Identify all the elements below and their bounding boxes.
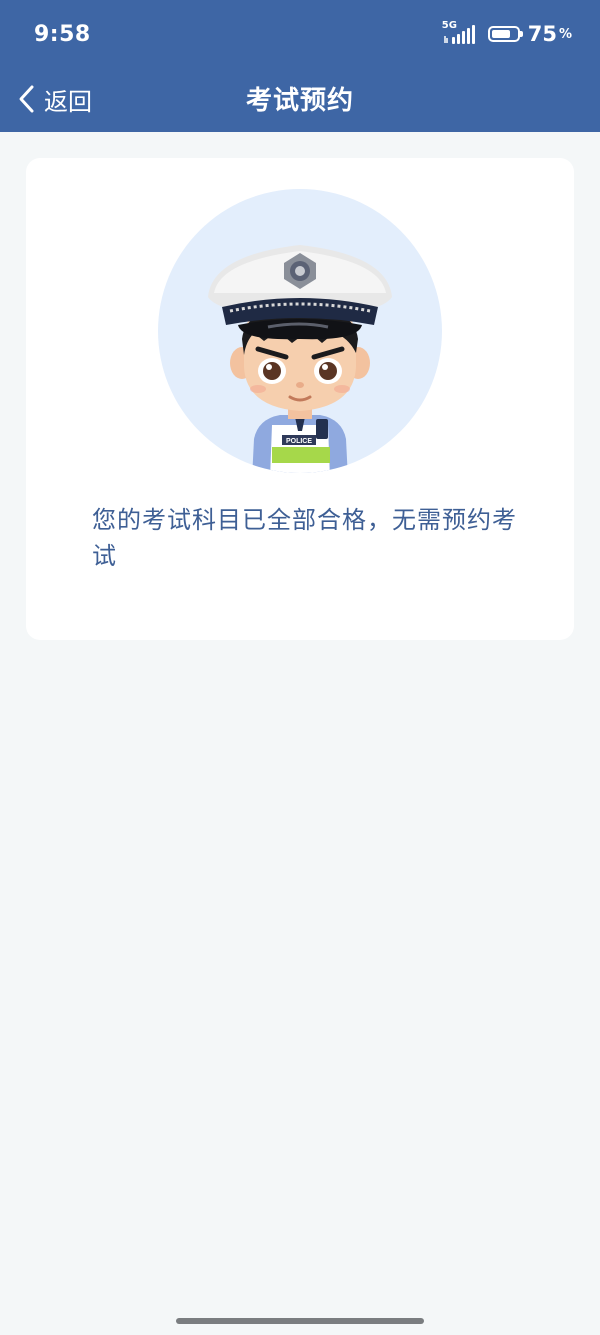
status-bar: 9:58 5G 75 % — [0, 0, 600, 66]
cellular-signal-icon: 5G — [441, 20, 480, 46]
battery-percent-sign: % — [558, 26, 572, 42]
network-type-label: 5G — [441, 20, 457, 31]
home-indicator[interactable] — [176, 1318, 424, 1324]
status-time: 9:58 — [34, 22, 91, 47]
battery-percent: 75 — [527, 22, 557, 46]
battery-icon — [487, 26, 523, 42]
battery-fill — [491, 30, 510, 38]
result-message: 您的考试科目已全部合格，无需预约考试 — [92, 506, 517, 570]
status-indicators: 5G 75 % — [441, 20, 572, 46]
result-card: POLICE 您的考试科目已全部合格，无需预约考试 — [26, 158, 574, 640]
vest-label: POLICE — [286, 438, 312, 445]
nav-bar: 返回 考试预约 — [0, 66, 600, 132]
police-avatar-illustration: POLICE — [158, 189, 442, 473]
page-title: 考试预约 — [245, 86, 354, 116]
